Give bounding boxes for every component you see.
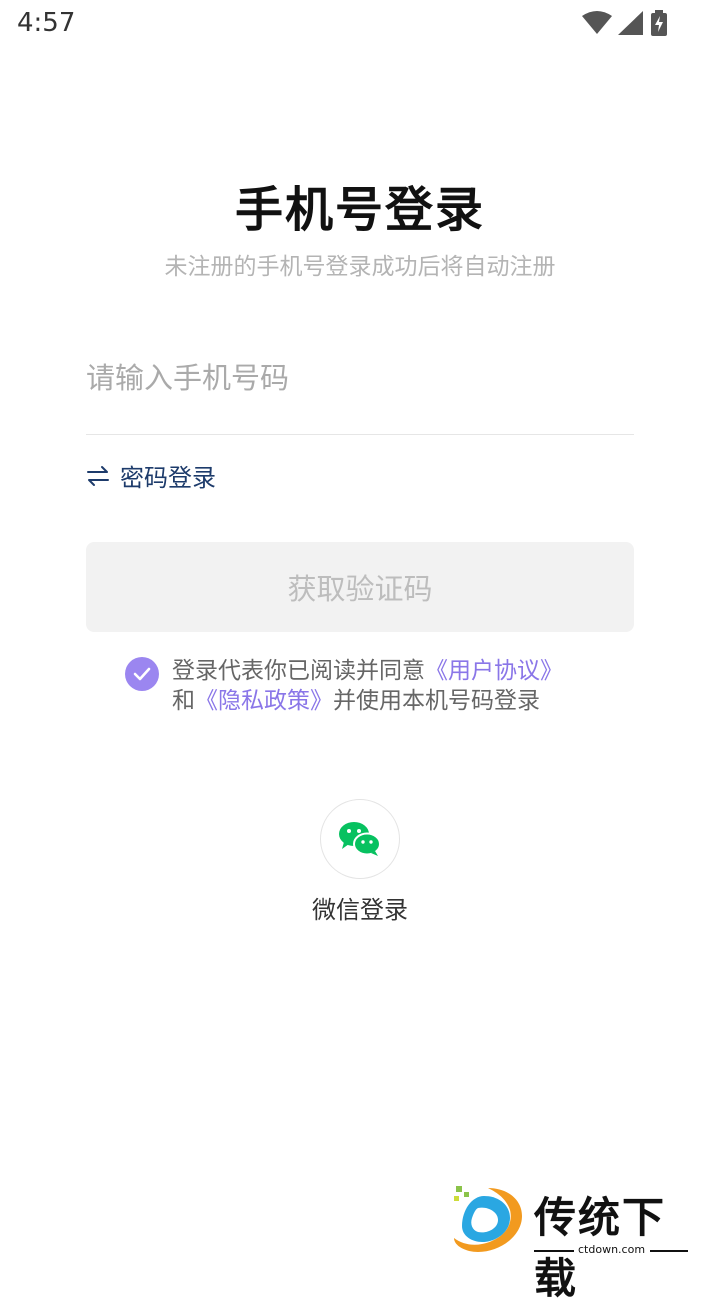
battery-charging-icon [651, 10, 667, 36]
swap-arrows-icon [87, 465, 109, 486]
input-divider [86, 434, 634, 435]
watermark: 传统下载 ctdown.com [448, 1182, 698, 1303]
user-agreement-link[interactable]: 《用户协议》 [425, 658, 563, 684]
wechat-login-button[interactable] [320, 799, 400, 879]
agreement-text: 登录代表你已阅读并同意《用户协议》 和《隐私政策》并使用本机号码登录 [172, 656, 652, 716]
agreement-suffix: 并使用本机号码登录 [333, 688, 540, 714]
phone-number-input[interactable] [86, 348, 634, 408]
wifi-icon [582, 11, 612, 34]
watermark-rule-left [534, 1250, 574, 1252]
status-bar: 4:57 [0, 0, 720, 50]
agreement-and: 和 [172, 688, 195, 714]
agreement-prefix: 登录代表你已阅读并同意 [172, 658, 425, 684]
get-code-button[interactable]: 获取验证码 [86, 542, 634, 632]
get-code-label: 获取验证码 [287, 572, 433, 606]
status-time: 4:57 [17, 8, 76, 38]
watermark-url: ctdown.com [578, 1243, 646, 1256]
password-login-label: 密码登录 [120, 464, 216, 492]
page-title: 手机号登录 [234, 182, 485, 238]
wechat-icon [339, 822, 381, 856]
watermark-rule-right [650, 1250, 688, 1252]
password-login-link[interactable]: 密码登录 [86, 458, 216, 493]
check-icon [133, 667, 151, 681]
agreement-checkbox[interactable] [125, 657, 159, 691]
wechat-login-label: 微信登录 [312, 896, 408, 924]
status-icons [582, 10, 668, 36]
watermark-logo-icon [454, 1186, 522, 1252]
privacy-policy-link[interactable]: 《隐私政策》 [195, 688, 333, 714]
cellular-signal-icon [618, 11, 643, 35]
page-subtitle: 未注册的手机号登录成功后将自动注册 [164, 254, 556, 280]
